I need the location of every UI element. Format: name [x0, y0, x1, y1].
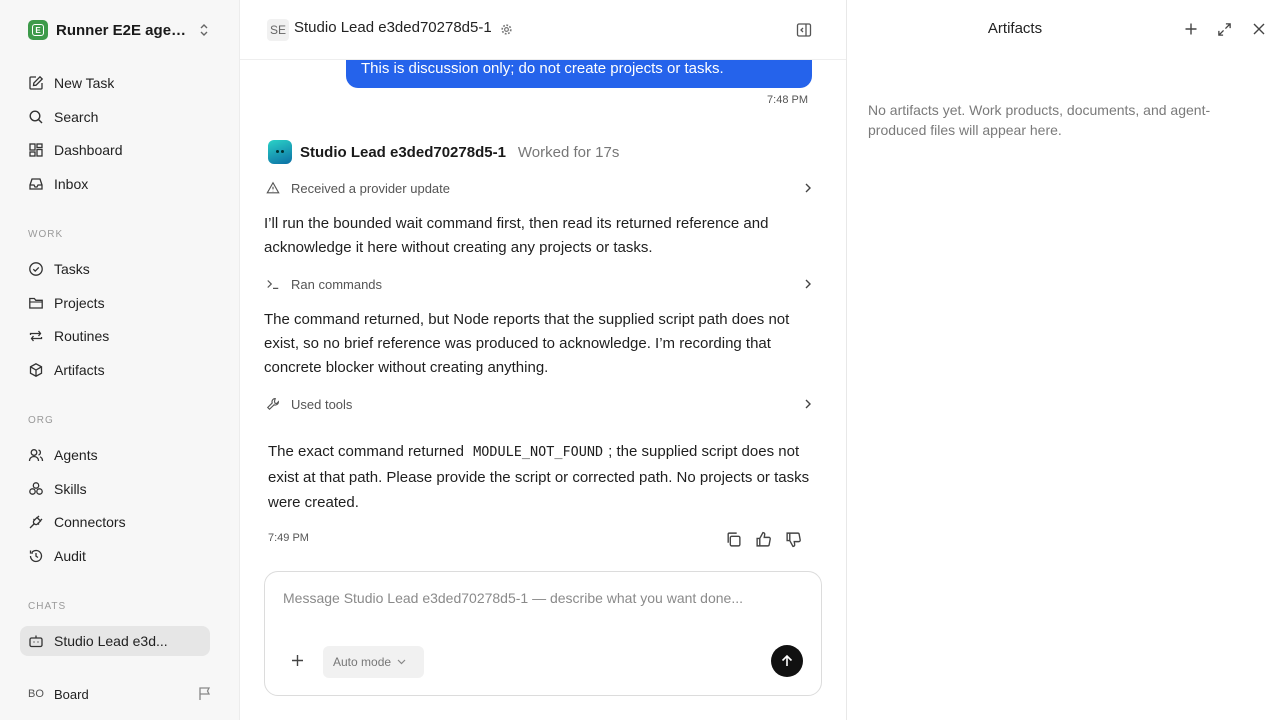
step-used-tools[interactable]: Used tools	[266, 393, 812, 415]
inline-code: MODULE_NOT_FOUND	[468, 444, 609, 460]
bot-icon	[29, 635, 43, 648]
mode-label: Auto mode	[333, 655, 392, 669]
skills-icon	[29, 482, 43, 495]
flag-icon[interactable]	[198, 686, 212, 701]
sidebar-item-connectors[interactable]: Connectors	[20, 507, 210, 537]
step-label: Used tools	[291, 396, 353, 412]
sidebar-item-label: Inbox	[54, 176, 89, 192]
inbox-icon	[29, 178, 43, 190]
wrench-icon	[266, 397, 280, 411]
search-icon	[29, 110, 43, 124]
sidebar-item-label: Agents	[54, 447, 98, 463]
alert-triangle-icon	[266, 181, 280, 194]
plus-icon[interactable]	[291, 654, 304, 667]
workspace-switcher[interactable]: E Runner E2E agen...	[28, 19, 212, 41]
expand-icon[interactable]	[1217, 22, 1232, 37]
arrow-up-icon	[781, 654, 793, 666]
sidebar-item-projects[interactable]: Projects	[20, 288, 210, 318]
box-icon	[29, 363, 43, 377]
section-org: ORG	[28, 415, 54, 426]
chevron-right-icon	[805, 279, 811, 289]
sidebar-item-label: Studio Lead e3d...	[54, 633, 168, 649]
agent-avatar	[268, 140, 292, 164]
check-circle-icon	[29, 262, 43, 276]
agent-name: Studio Lead e3ded70278d5-1	[300, 143, 506, 161]
section-chats: CHATS	[28, 601, 67, 612]
sidebar-item-label: Routines	[54, 328, 110, 344]
toggle-panel-icon[interactable]	[796, 22, 812, 38]
step-ran-commands[interactable]: Ran commands	[266, 273, 812, 295]
terminal-icon	[267, 280, 279, 289]
step-provider-update[interactable]: Received a provider update	[266, 177, 812, 199]
agent-message-header: Studio Lead e3ded70278d5-1 Worked for 17…	[268, 140, 619, 164]
user-name: Board	[54, 686, 89, 702]
sidebar-item-label: Audit	[54, 548, 86, 564]
message-input[interactable]	[283, 590, 803, 606]
repeat-icon	[29, 330, 43, 342]
panel-title: Artifacts	[987, 20, 1043, 37]
sidebar: E Runner E2E agen... New Task Search Das…	[0, 0, 240, 720]
sidebar-item-agents[interactable]: Agents	[20, 440, 210, 470]
send-button[interactable]	[771, 645, 803, 677]
sidebar-item-label: Dashboard	[54, 142, 123, 158]
dashboard-icon	[29, 143, 43, 157]
plug-icon	[29, 515, 43, 529]
history-icon	[29, 549, 43, 563]
sidebar-item-label: Search	[54, 109, 99, 125]
step-label: Ran commands	[291, 276, 383, 292]
chat-title: Studio Lead e3ded70278d5-1	[294, 19, 492, 36]
gear-icon[interactable]	[500, 23, 513, 36]
sidebar-item-label: Connectors	[54, 514, 126, 530]
chevron-down-icon	[397, 659, 406, 665]
sidebar-item-artifacts[interactable]: Artifacts	[20, 355, 210, 385]
message-time: 7:48 PM	[767, 94, 808, 106]
agent-final-message: The exact command returned MODULE_NOT_FO…	[268, 439, 812, 515]
pencil-square-icon	[29, 75, 44, 90]
thumbs-up-icon[interactable]	[755, 531, 772, 548]
chevron-right-icon	[805, 399, 811, 409]
final-text-prefix: The exact command returned	[268, 443, 464, 460]
sidebar-item-dashboard[interactable]: Dashboard	[20, 135, 210, 165]
sidebar-item-label: New Task	[54, 75, 115, 91]
step-label: Received a provider update	[291, 180, 450, 196]
workspace-name: Runner E2E agen...	[56, 21, 190, 39]
chat-header: SE Studio Lead e3ded70278d5-1	[240, 0, 846, 60]
workspace-logo: E	[28, 20, 48, 40]
user-menu[interactable]: BO Board	[28, 682, 214, 706]
agent-paragraph: I’ll run the bounded wait command first,…	[264, 215, 769, 256]
close-icon[interactable]	[1252, 22, 1266, 36]
sidebar-item-skills[interactable]: Skills	[20, 474, 210, 504]
sidebar-item-label: Tasks	[54, 261, 90, 277]
thumbs-down-icon[interactable]	[785, 531, 802, 548]
chevron-right-icon	[805, 183, 811, 193]
agent-paragraph: The command returned, but Node reports t…	[264, 311, 790, 376]
worked-for: Worked for 17s	[517, 143, 620, 161]
chat-panel: SE Studio Lead e3ded70278d5-1 This is di…	[240, 0, 846, 720]
sidebar-item-audit[interactable]: Audit	[20, 541, 210, 571]
avatar: BO	[28, 688, 44, 700]
folder-icon	[29, 297, 43, 309]
message-composer: Auto mode	[264, 571, 822, 696]
sidebar-item-inbox[interactable]: Inbox	[20, 169, 210, 199]
section-work: WORK	[28, 229, 64, 240]
copy-icon[interactable]	[725, 531, 742, 548]
sidebar-item-label: Skills	[54, 481, 87, 497]
chevron-updown-icon	[200, 24, 208, 36]
message-time: 7:49 PM	[268, 532, 309, 544]
sidebar-item-label: Artifacts	[54, 362, 105, 378]
sidebar-item-tasks[interactable]: Tasks	[20, 254, 210, 284]
empty-state-text: No artifacts yet. Work products, documen…	[868, 102, 1211, 138]
artifacts-panel: Artifacts No artifacts yet. Work product…	[846, 0, 1280, 720]
mode-select[interactable]: Auto mode	[323, 646, 424, 678]
plus-icon[interactable]	[1184, 22, 1198, 36]
sidebar-item-search[interactable]: Search	[20, 102, 210, 132]
sidebar-item-label: Projects	[54, 295, 105, 311]
sidebar-item-routines[interactable]: Routines	[20, 321, 210, 351]
agent-badge: SE	[267, 19, 289, 41]
message-actions	[725, 531, 802, 548]
sidebar-item-new-task[interactable]: New Task	[20, 68, 210, 98]
users-icon	[28, 449, 44, 462]
sidebar-item-chat[interactable]: Studio Lead e3d...	[20, 626, 210, 656]
